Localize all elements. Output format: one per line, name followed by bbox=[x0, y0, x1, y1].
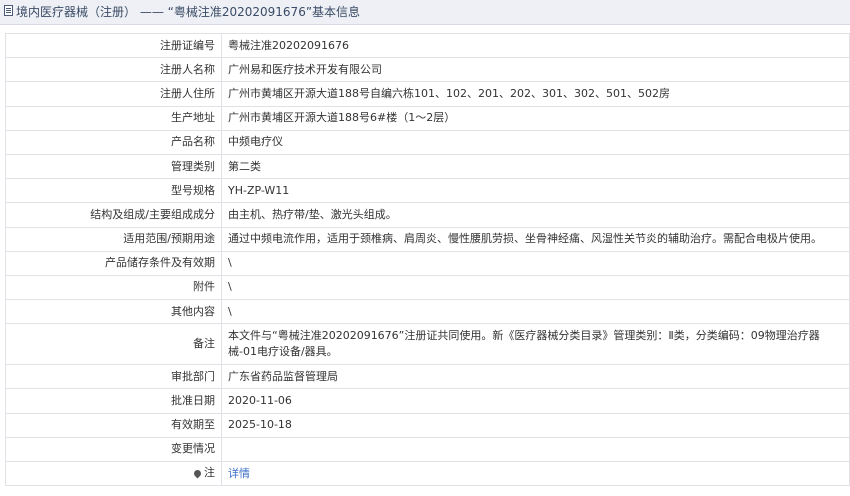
row-label: 管理类别 bbox=[5, 153, 222, 180]
page-title: 境内医疗器械（注册） —— “粤械注准20202091676”基本信息 bbox=[16, 5, 361, 19]
row-value: 通过中频电流作用，适用于颈椎病、肩周炎、慢性腰肌劳损、坐骨神经痛、风湿性关节炎的… bbox=[221, 226, 850, 252]
row-label: 批准日期 bbox=[5, 388, 222, 414]
document-icon bbox=[4, 5, 13, 16]
row-label: 注册证编号 bbox=[5, 32, 222, 59]
row-value: \ bbox=[221, 250, 850, 276]
row-label: 结构及组成/主要组成成分 bbox=[5, 202, 222, 228]
row-value: 广州市黄埔区开源大道188号6#楼（1～2层） bbox=[221, 105, 850, 131]
table-row: 型号规格 YH-ZP-W11 bbox=[5, 178, 850, 204]
info-table: 注册证编号 粤械注准20202091676 注册人名称 广州易和医疗技术开发有限… bbox=[5, 32, 850, 487]
row-value: \ bbox=[221, 299, 850, 325]
table-row: 适用范围/预期用途 通过中频电流作用，适用于颈椎病、肩周炎、慢性腰肌劳损、坐骨神… bbox=[5, 226, 850, 252]
table-row: 批准日期 2020-11-06 bbox=[5, 388, 850, 414]
table-row: 注 详情 bbox=[5, 460, 850, 487]
row-value: 广东省药品监督管理局 bbox=[221, 364, 850, 390]
table-row: 审批部门 广东省药品监督管理局 bbox=[5, 364, 850, 390]
table-row: 其他内容 \ bbox=[5, 299, 850, 325]
pin-icon bbox=[192, 468, 203, 479]
row-value: \ bbox=[221, 274, 850, 301]
row-label: 产品名称 bbox=[5, 129, 222, 155]
row-value: 粤械注准20202091676 bbox=[221, 32, 850, 59]
row-label: 有效期至 bbox=[5, 412, 222, 438]
row-value: 2025-10-18 bbox=[221, 412, 850, 438]
row-label: 注册人住所 bbox=[5, 81, 222, 107]
row-label: 型号规格 bbox=[5, 178, 222, 204]
row-value: 广州市黄埔区开源大道188号自编六栋101、102、201、202、301、30… bbox=[221, 81, 850, 107]
row-label: 适用范围/预期用途 bbox=[5, 226, 222, 252]
row-value: 由主机、热疗带/垫、激光头组成。 bbox=[221, 202, 850, 228]
row-value: 本文件与“粤械注准20202091676”注册证共同使用。新《医疗器械分类目录》… bbox=[221, 323, 850, 366]
table-row: 有效期至 2025-10-18 bbox=[5, 412, 850, 438]
row-label: 变更情况 bbox=[5, 436, 222, 463]
table-row: 结构及组成/主要组成成分 由主机、热疗带/垫、激光头组成。 bbox=[5, 202, 850, 228]
table-row: 产品储存条件及有效期 \ bbox=[5, 250, 850, 276]
detail-link[interactable]: 详情 bbox=[228, 467, 250, 480]
note-value: 详情 bbox=[221, 460, 850, 487]
row-label: 其他内容 bbox=[5, 299, 222, 325]
row-label: 审批部门 bbox=[5, 364, 222, 390]
note-label: 注 bbox=[192, 465, 215, 481]
table-row: 注册证编号 粤械注准20202091676 bbox=[5, 32, 850, 59]
row-label: 附件 bbox=[5, 274, 222, 301]
table-row: 变更情况 bbox=[5, 436, 850, 463]
row-label: 注册人名称 bbox=[5, 57, 222, 83]
row-value: 中频电疗仪 bbox=[221, 129, 850, 155]
note-label-text: 注 bbox=[204, 466, 215, 480]
table-row: 注册人住所 广州市黄埔区开源大道188号自编六栋101、102、201、202、… bbox=[5, 81, 850, 107]
table-row: 生产地址 广州市黄埔区开源大道188号6#楼（1～2层） bbox=[5, 105, 850, 131]
row-value: YH-ZP-W11 bbox=[221, 178, 850, 204]
row-label: 生产地址 bbox=[5, 105, 222, 131]
table-row: 管理类别 第二类 bbox=[5, 153, 850, 180]
row-value: 2020-11-06 bbox=[221, 388, 850, 414]
note-label-cell: 注 bbox=[5, 460, 222, 487]
table-row: 产品名称 中频电疗仪 bbox=[5, 129, 850, 155]
table-row: 备注 本文件与“粤械注准20202091676”注册证共同使用。新《医疗器械分类… bbox=[5, 323, 850, 366]
table-row: 注册人名称 广州易和医疗技术开发有限公司 bbox=[5, 57, 850, 83]
row-label: 产品储存条件及有效期 bbox=[5, 250, 222, 276]
row-value bbox=[221, 436, 850, 463]
row-label: 备注 bbox=[5, 323, 222, 366]
table-row: 附件 \ bbox=[5, 274, 850, 301]
row-value: 第二类 bbox=[221, 153, 850, 180]
page-header: 境内医疗器械（注册） —— “粤械注准20202091676”基本信息 bbox=[0, 0, 850, 25]
row-value: 广州易和医疗技术开发有限公司 bbox=[221, 57, 850, 83]
